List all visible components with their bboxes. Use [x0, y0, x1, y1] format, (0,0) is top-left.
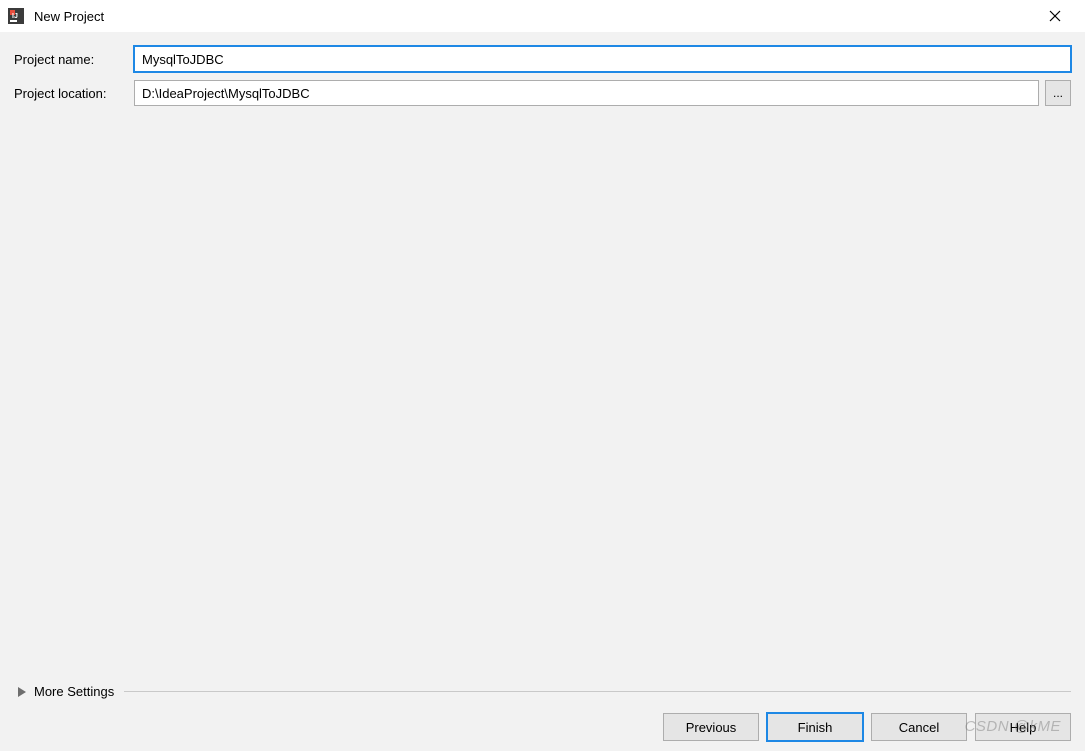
button-bar: Previous Finish Cancel Help	[14, 713, 1071, 741]
svg-text:IJ: IJ	[12, 13, 18, 20]
app-icon: IJ	[8, 8, 24, 24]
content-area: Project name: Project location: ...	[0, 32, 1085, 106]
project-name-label: Project name:	[14, 52, 134, 67]
title-bar: IJ New Project	[0, 0, 1085, 32]
project-location-row: Project location: ...	[14, 80, 1071, 106]
more-settings-label: More Settings	[34, 684, 114, 699]
project-location-input[interactable]	[134, 80, 1039, 106]
finish-button[interactable]: Finish	[767, 713, 863, 741]
cancel-button[interactable]: Cancel	[871, 713, 967, 741]
window-title: New Project	[34, 9, 1033, 24]
close-button[interactable]	[1033, 0, 1077, 32]
help-button[interactable]: Help	[975, 713, 1071, 741]
more-settings-toggle[interactable]: More Settings	[14, 684, 1071, 699]
project-location-label: Project location:	[14, 86, 134, 101]
project-name-input[interactable]	[134, 46, 1071, 72]
expand-icon	[18, 687, 26, 697]
separator-line	[124, 691, 1071, 692]
previous-button[interactable]: Previous	[663, 713, 759, 741]
browse-button[interactable]: ...	[1045, 80, 1071, 106]
project-name-row: Project name:	[14, 46, 1071, 72]
